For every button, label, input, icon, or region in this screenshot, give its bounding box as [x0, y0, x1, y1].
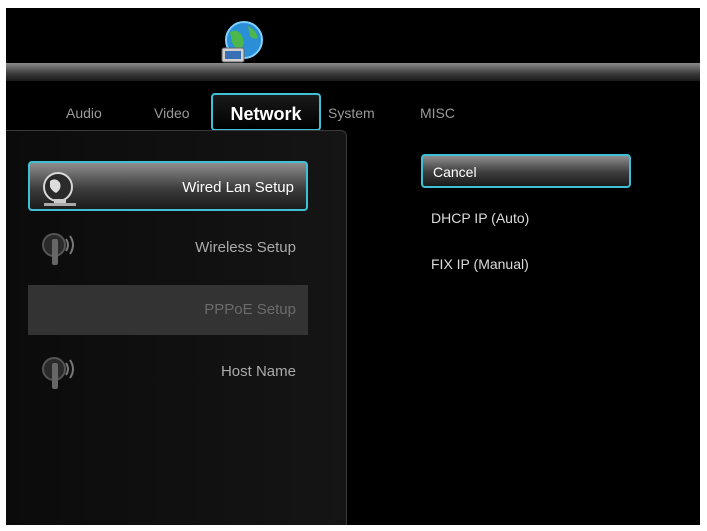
menu-item-host-name[interactable]: Host Name [28, 347, 308, 397]
tab-audio[interactable]: Audio [66, 105, 102, 121]
menu-item-label: PPPoE Setup [204, 301, 296, 318]
menu-item-label: Wired Lan Setup [182, 179, 294, 196]
option-dhcp-ip-auto[interactable]: DHCP IP (Auto) [421, 202, 631, 236]
option-label: FIX IP (Manual) [431, 256, 529, 272]
settings-screen: Audio Video Network System MISC Wired La… [6, 8, 700, 525]
network-menu-panel: Wired Lan Setup Wireless Setup PPPoE Set… [6, 130, 347, 525]
menu-item-wireless-setup[interactable]: Wireless Setup [28, 223, 308, 273]
option-label: Cancel [433, 164, 477, 180]
settings-tabs: Audio Video Network System MISC [6, 81, 700, 131]
wireless-icon [42, 233, 74, 265]
tab-misc[interactable]: MISC [420, 105, 455, 121]
network-globe-icon [221, 21, 263, 63]
option-label: DHCP IP (Auto) [431, 210, 530, 226]
menu-item-label: Wireless Setup [195, 239, 296, 256]
tab-network[interactable]: Network [211, 93, 321, 131]
menu-item-wired-lan-setup[interactable]: Wired Lan Setup [28, 161, 308, 211]
wireless-icon [42, 357, 74, 389]
option-fix-ip-manual[interactable]: FIX IP (Manual) [421, 248, 631, 282]
tab-video[interactable]: Video [154, 105, 190, 121]
option-cancel[interactable]: Cancel [421, 154, 631, 188]
tab-system[interactable]: System [328, 105, 375, 121]
wired-lan-icon [43, 172, 76, 206]
top-bar [6, 63, 700, 81]
menu-item-pppoe-setup[interactable]: PPPoE Setup [28, 285, 308, 335]
menu-item-label: Host Name [220, 363, 296, 380]
